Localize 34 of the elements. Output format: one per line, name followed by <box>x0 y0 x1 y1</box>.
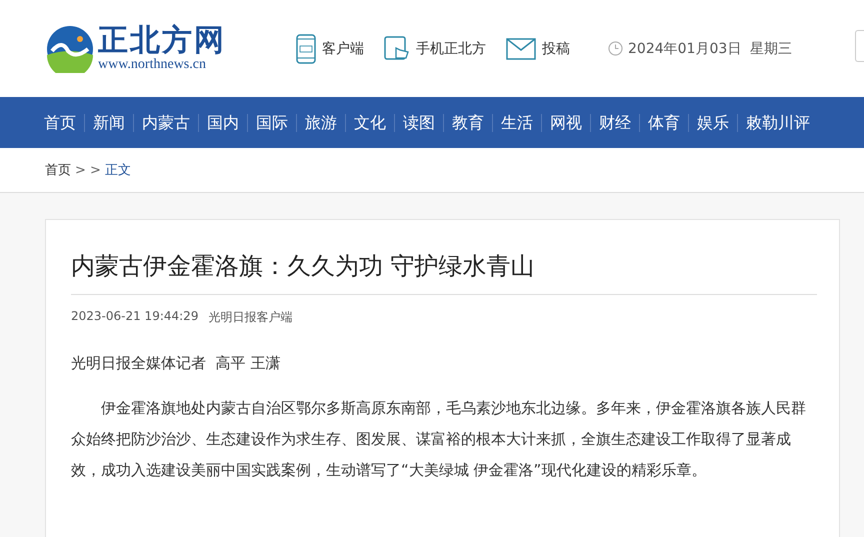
nav-link[interactable]: 敕勒川评 <box>737 114 818 132</box>
header-link[interactable]: 手机正北方 <box>384 36 486 62</box>
nav-link[interactable]: 体育 <box>639 114 688 132</box>
header-link[interactable]: 投稿 <box>506 38 570 60</box>
byline: 光明日报全媒体记者 高平 王潇 <box>71 354 282 373</box>
header-link[interactable]: 客户端 <box>296 34 364 64</box>
nav-link[interactable]: 新闻 <box>84 114 133 132</box>
clock-icon <box>608 41 623 56</box>
nav-link[interactable]: 财经 <box>590 114 639 132</box>
nav-link[interactable]: 首页 <box>36 114 84 132</box>
nav-link[interactable]: 国内 <box>198 114 247 132</box>
phone-icon <box>296 34 316 64</box>
current-date: 2024年01月03日 星期三 <box>628 40 792 58</box>
site-url: www.northnews.cn <box>98 56 207 72</box>
logo-icon <box>46 24 94 72</box>
envelope-icon <box>506 38 536 60</box>
nav-link[interactable]: 读图 <box>394 114 443 132</box>
nav-link[interactable]: 内蒙古 <box>133 114 198 132</box>
nav-link[interactable]: 娱乐 <box>688 114 737 132</box>
site-logo-name: 正北方网 <box>98 24 226 56</box>
publish-time: 2023-06-21 19:44:29 <box>71 309 198 325</box>
tablet-icon <box>384 36 410 62</box>
nav-link[interactable]: 网视 <box>541 114 590 132</box>
nav-link[interactable]: 教育 <box>443 114 492 132</box>
nav-link[interactable]: 文化 <box>345 114 394 132</box>
nav-link[interactable]: 旅游 <box>296 114 345 132</box>
article-title: 内蒙古伊金霍洛旗：久久为功 守护绿水青山 <box>71 250 817 295</box>
nav-link[interactable]: 国际 <box>247 114 296 132</box>
article-paragraph: 伊金霍洛旗地处内蒙古自治区鄂尔多斯高原东南部，毛乌素沙地东北边缘。多年来，伊金霍洛旗各族人民群众始终把防沙治沙、生态建设作为求生存、图发展、谋富裕的根本大计来抓，全旗生态建设工作取得了显著成效，成功入选建设美丽中国实践案例，生动谱写了“大美绿城 伊金霍洛”现代化建设的精彩乐章。 <box>71 398 807 481</box>
nav-link[interactable]: 生活 <box>492 114 541 132</box>
breadcrumb-separator: > > <box>75 162 101 178</box>
breadcrumb-current[interactable]: 正文 <box>104 161 131 179</box>
breadcrumb-link[interactable]: 首页 <box>45 161 71 179</box>
article-source: 光明日报客户端 <box>208 309 292 326</box>
